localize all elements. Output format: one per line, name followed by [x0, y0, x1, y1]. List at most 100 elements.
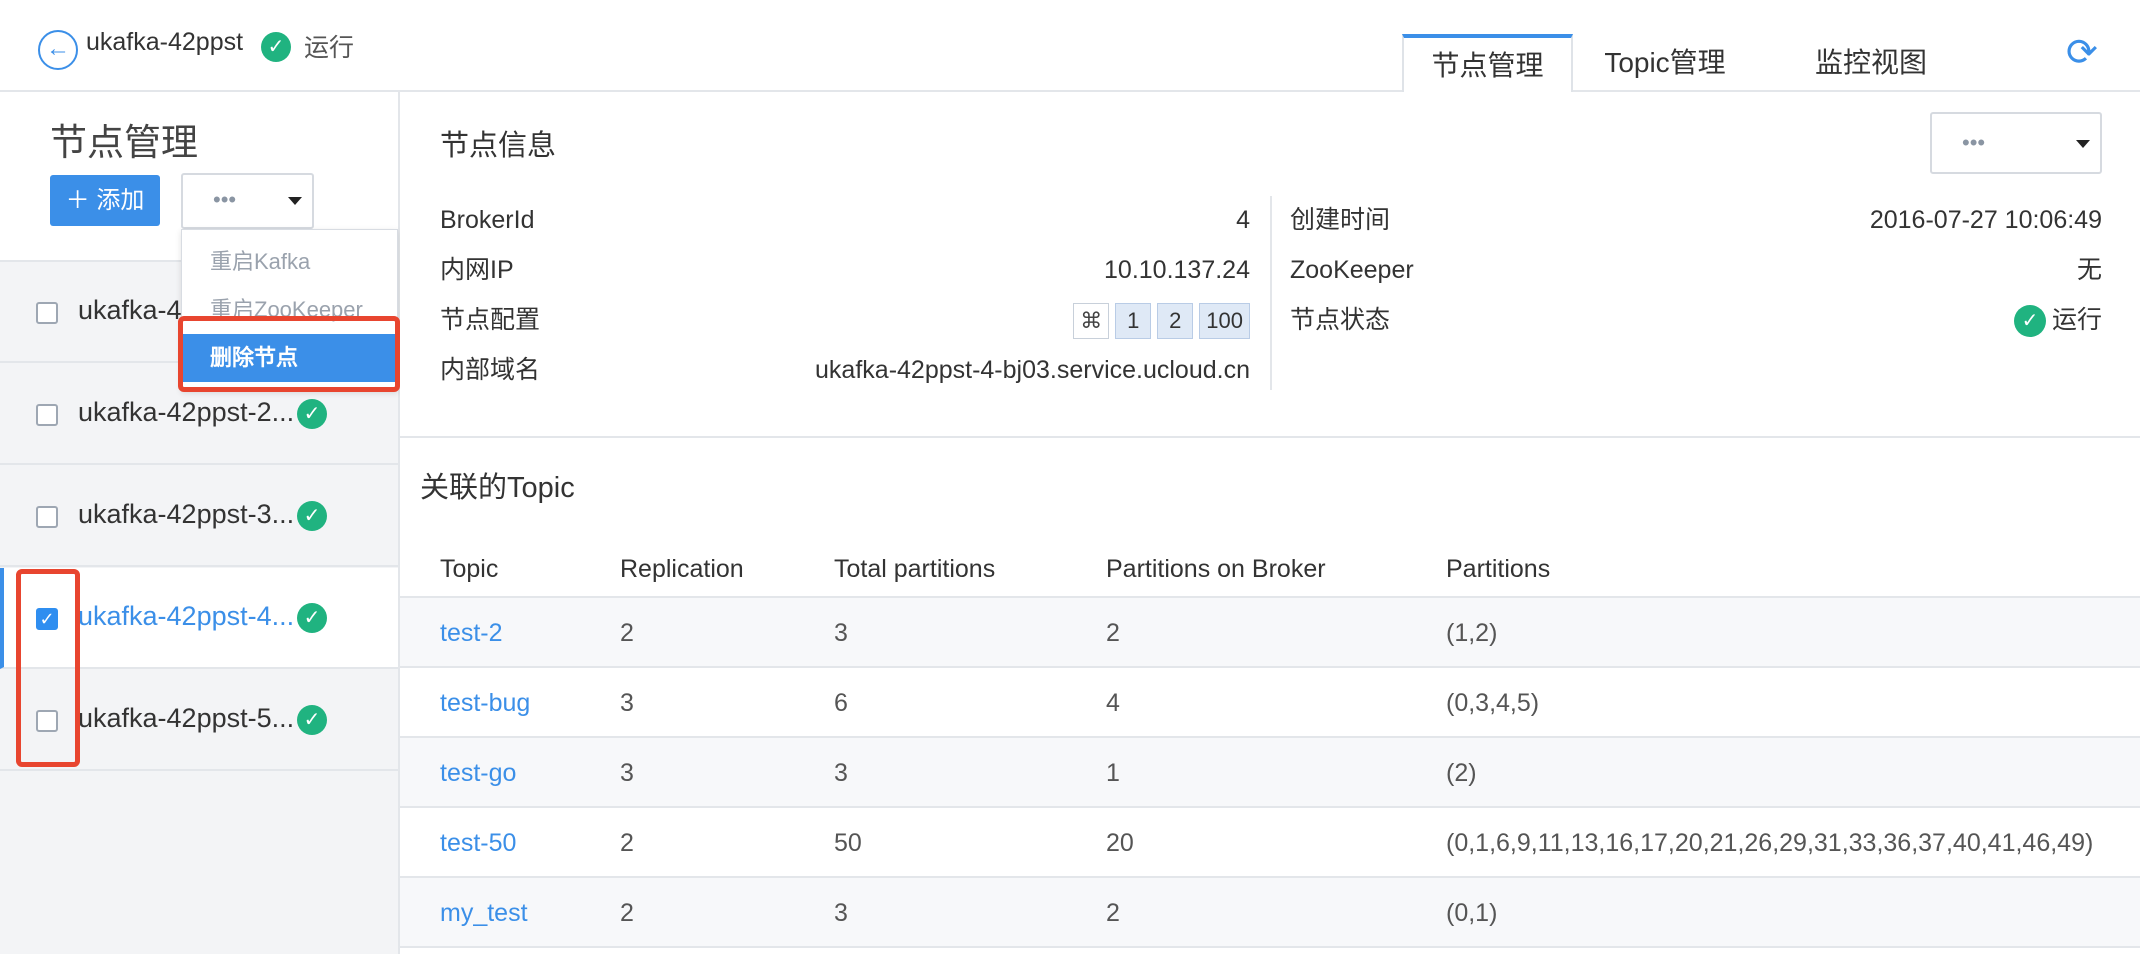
check-circle-icon: ✓: [297, 603, 327, 633]
tab-topic-management[interactable]: Topic管理: [1590, 34, 1740, 92]
table-row: my_test 2 3 2 (0,1): [400, 878, 2140, 948]
info-key: 内网IP: [440, 256, 514, 284]
info-value: ukafka-42ppst-4-bj03.service.ucloud.cn: [815, 356, 1250, 384]
info-internal-domain: 内部域名 ukafka-42ppst-4-bj03.service.ucloud…: [440, 350, 1250, 390]
top-header: ← ukafka-42ppst ✓ 运行 节点管理 Topic管理 监控视图 ⟳: [0, 0, 2140, 94]
topic-link[interactable]: test-bug: [440, 668, 530, 738]
info-key: 节点配置: [440, 306, 541, 334]
caret-down-icon: [2076, 140, 2090, 148]
table-cell: (0,1): [1446, 899, 1498, 927]
table-cell: 50: [834, 829, 862, 857]
tab-monitor-view[interactable]: 监控视图: [1796, 34, 1946, 92]
info-internal-ip: 内网IP 10.10.137.24: [440, 250, 1250, 290]
table-cell: 2: [620, 899, 634, 927]
node-checkbox[interactable]: [36, 506, 58, 528]
node-checkbox[interactable]: [36, 404, 58, 426]
info-node-status: 节点状态 ✓ 运行: [1290, 300, 2102, 340]
table-row: test-bug 3 6 4 (0,3,4,5): [400, 668, 2140, 738]
table-cell: 6: [834, 689, 848, 717]
caret-down-icon: [288, 197, 302, 205]
node-name: ukafka-42ppst-5...: [78, 703, 295, 733]
table-cell: 3: [834, 619, 848, 647]
info-node-config: 节点配置 ⌘ 1 2 100: [440, 300, 1250, 340]
plus-icon: ＋: [65, 187, 90, 214]
table-cell: 2: [1106, 899, 1120, 927]
info-value: 运行: [2051, 306, 2102, 334]
cluster-name: ukafka-42ppst: [86, 28, 244, 56]
info-value: 4: [1236, 206, 1250, 234]
check-circle-icon: ✓: [261, 32, 291, 62]
related-topic-title: 关联的Topic: [420, 472, 575, 504]
table-cell: 1: [1106, 759, 1120, 787]
node-row-3[interactable]: ukafka-42ppst-3... ✓: [0, 466, 398, 567]
info-value: 2016-07-27 10:06:49: [1869, 206, 2102, 234]
info-divider: [1270, 196, 1272, 390]
info-key: ZooKeeper: [1290, 256, 1414, 284]
checkbox-highlight-box: [16, 569, 80, 767]
refresh-icon[interactable]: ⟳: [2066, 30, 2098, 75]
check-circle-icon: ✓: [2013, 305, 2046, 338]
sidebar-more-button[interactable]: •••: [181, 173, 314, 229]
info-more-button[interactable]: •••: [1930, 112, 2102, 174]
add-node-button[interactable]: ＋ 添加: [50, 175, 160, 226]
node-name: ukafka-42ppst-2...: [78, 397, 295, 427]
info-zookeeper: ZooKeeper 无: [1290, 250, 2102, 290]
add-button-label: 添加: [96, 187, 145, 214]
table-cell: (0,3,4,5): [1446, 689, 1540, 717]
node-name: ukafka-4: [78, 295, 182, 325]
config-chip: 1: [1115, 303, 1152, 339]
table-row: test-go 3 3 1 (2): [400, 738, 2140, 808]
col-partitions: Partitions: [1446, 555, 1551, 583]
topic-link[interactable]: test-go: [440, 738, 516, 808]
config-chip: 2: [1157, 303, 1194, 339]
delete-highlight-box: [178, 316, 400, 392]
section-divider: [400, 436, 2140, 438]
table-cell: (1,2): [1446, 619, 1498, 647]
table-cell: (0,1,6,9,11,13,16,17,20,21,26,29,31,33,3…: [1446, 829, 2094, 857]
table-cell: 3: [620, 689, 634, 717]
config-chip: 100: [1199, 303, 1250, 339]
table-cell: 20: [1106, 829, 1134, 857]
info-created-time: 创建时间 2016-07-27 10:06:49: [1290, 200, 2102, 240]
col-partitions-on-broker: Partitions on Broker: [1106, 555, 1326, 583]
topic-link[interactable]: test-2: [440, 598, 503, 668]
table-row: test-50 2 50 20 (0,1,6,9,11,13,16,17,20,…: [400, 808, 2140, 878]
col-total-partitions: Total partitions: [834, 555, 996, 583]
topic-link[interactable]: test-50: [440, 808, 516, 878]
check-circle-icon: ✓: [297, 705, 327, 735]
table-cell: 2: [620, 619, 634, 647]
back-arrow-icon[interactable]: ←: [38, 30, 78, 70]
sidebar-title: 节点管理: [50, 122, 198, 163]
info-key: 节点状态: [1290, 306, 1391, 334]
table-row: test-2 2 3 2 (1,2): [400, 598, 2140, 668]
info-value: 无: [2076, 256, 2102, 284]
table-cell: 3: [834, 759, 848, 787]
topic-link[interactable]: my_test: [440, 878, 528, 948]
node-info-title: 节点信息: [440, 130, 557, 162]
col-topic: Topic: [440, 555, 499, 583]
status-value-wrap: ✓ 运行: [2013, 300, 2102, 340]
tab-node-management[interactable]: 节点管理: [1402, 34, 1573, 94]
check-circle-icon: ✓: [297, 399, 327, 429]
topic-table-header: Topic Replication Total partitions Parti…: [400, 540, 2140, 598]
main-content: 节点信息 ••• BrokerId 4 内网IP 10.10.137.24 节点…: [400, 92, 2140, 954]
node-sidebar: 节点管理 ＋ 添加 ••• ukafka-4 ukafka-42ppst-2..…: [0, 92, 400, 954]
cluster-status: 运行: [304, 34, 355, 62]
table-cell: 2: [1106, 619, 1120, 647]
node-name: ukafka-42ppst-3...: [78, 499, 295, 529]
table-cell: 2: [620, 829, 634, 857]
info-broker-id: BrokerId 4: [440, 200, 1250, 240]
config-chips: ⌘ 1 2 100: [1073, 300, 1250, 340]
table-cell: 4: [1106, 689, 1120, 717]
table-cell: 3: [620, 759, 634, 787]
menu-item-restart-kafka[interactable]: 重启Kafka: [182, 238, 397, 286]
info-key: BrokerId: [440, 206, 535, 234]
info-key: 创建时间: [1290, 206, 1391, 234]
table-cell: (2): [1446, 759, 1477, 787]
config-icon: ⌘: [1073, 303, 1110, 339]
info-value: 10.10.137.24: [1104, 256, 1250, 284]
node-checkbox[interactable]: [36, 302, 58, 324]
more-label: •••: [1962, 130, 1986, 155]
info-key: 内部域名: [440, 356, 541, 384]
more-label: •••: [213, 187, 237, 212]
